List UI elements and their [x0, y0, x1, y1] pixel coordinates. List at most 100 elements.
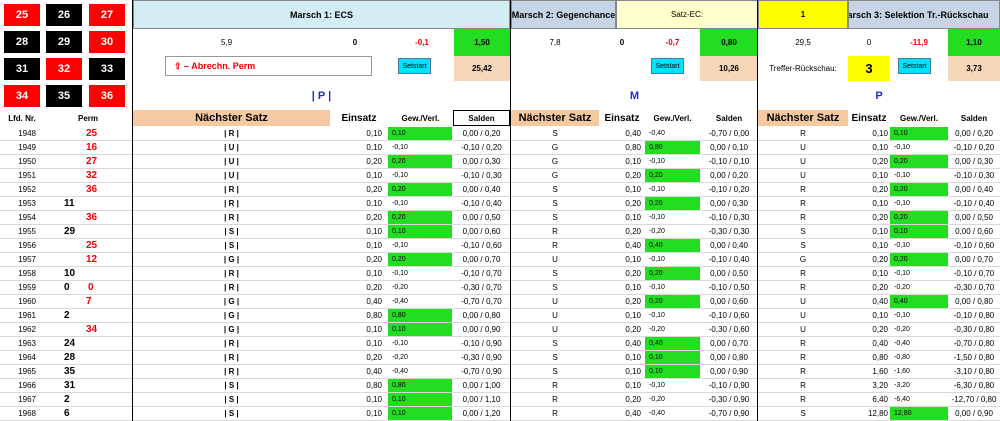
perm-cell: 27 [86, 156, 98, 167]
roulette-number-25[interactable]: 25 [4, 4, 40, 26]
marsch1-value-1: 5,9 [220, 38, 233, 47]
gew-verl-cell: 0,20 [890, 253, 948, 267]
naechster-satz-cell: | S | [224, 409, 239, 418]
gew-verl-cell: -0,10 [649, 186, 665, 193]
gew-verl-cell: -0,80 [894, 354, 910, 361]
salden-cell: 0,00 / 0,50 [955, 213, 993, 222]
gew-verl-cell: 0,20 [645, 169, 700, 183]
lfd-nr-cell: 1963 [18, 339, 36, 348]
einsatz-cell: 0,40 [625, 129, 641, 138]
perm-cell: 24 [64, 338, 76, 349]
gew-verl-cell: -0,40 [392, 298, 408, 305]
naechster-satz-cell: R [800, 185, 806, 194]
table-row: 1962 34 | G | 0,10 0,10 0,00 / 0,90 U 0,20 -0,20… [0, 323, 1000, 337]
gew-verl-cell: 0,10 [890, 127, 948, 141]
einsatz-cell: 12,80 [867, 409, 888, 418]
gew-verl-cell: -0,40 [649, 130, 665, 137]
marsch2-value-3: -0,7 [665, 38, 680, 47]
marsch2-value-4: 0,80 [700, 29, 758, 56]
roulette-number-28[interactable]: 28 [4, 31, 40, 53]
naechster-satz-cell: | G | [223, 311, 240, 320]
roulette-number-36[interactable]: 36 [89, 85, 125, 107]
einsatz-cell: 0,40 [872, 339, 888, 348]
roulette-number-34[interactable]: 34 [4, 85, 40, 107]
salden-cell: 0,00 / 0,30 [462, 157, 501, 166]
einsatz-cell: 0,10 [872, 171, 888, 180]
marsch2-saldo: 10,26 [700, 56, 758, 81]
salden-cell: 0,00 / 0,70 [462, 255, 501, 264]
salden-cell: 0,00 / 0,60 [462, 227, 501, 236]
gew-verl-cell: 0,20 [388, 253, 452, 267]
naechster-satz-cell: S [552, 339, 558, 348]
gew-verl-cell: 0,10 [388, 127, 452, 141]
table-row: 1958 10 | R | 0,10 -0,10 -0,10 / 0,70 S 0,20 0,2… [0, 267, 1000, 281]
roulette-number-32[interactable]: 32 [46, 58, 82, 80]
gew-verl-cell: 0,20 [890, 211, 948, 225]
roulette-number-27[interactable]: 27 [89, 4, 125, 26]
perm-cell: 31 [64, 380, 76, 391]
einsatz-cell: 0,10 [625, 381, 641, 390]
marsch1-saldo: 25,42 [454, 56, 510, 81]
col-salden-1: Salden [453, 110, 510, 126]
naechster-satz-cell: S [552, 269, 558, 278]
einsatz-cell: 0,20 [872, 283, 888, 292]
salden-cell: -0,30 / 0,80 [953, 325, 995, 334]
roulette-number-30[interactable]: 30 [89, 31, 125, 53]
naechster-satz-cell: R [800, 269, 806, 278]
naechster-satz-cell: R [552, 381, 558, 390]
divider [757, 0, 758, 421]
naechster-satz-cell: S [552, 283, 558, 292]
col-lfd-nr: Lfd. Nr. [8, 113, 36, 123]
treffer-rueckschau-value[interactable]: 3 [848, 56, 890, 81]
salden-cell: 0,00 / 1,10 [462, 395, 501, 404]
roulette-number-35[interactable]: 35 [46, 85, 82, 107]
salden-cell: -0,30 / 0,70 [953, 283, 995, 292]
salden-cell: -0,70 / 0,00 [708, 129, 750, 138]
naechster-satz-cell: R [800, 339, 806, 348]
gew-verl-cell: -0,10 [649, 256, 665, 263]
gew-verl-cell: 0,20 [645, 197, 700, 211]
lfd-nr-cell: 1968 [18, 409, 36, 418]
naechster-satz-cell: U [552, 297, 558, 306]
salden-cell: -0,10 / 0,70 [953, 269, 995, 278]
abrechn-perm-button[interactable]: ⇧ – Abrechn. Perm [165, 56, 372, 76]
table-row: 1963 24 | R | 0,10 -0,10 -0,10 / 0,90 S 0,40 0,4… [0, 337, 1000, 351]
perm-cell: 10 [64, 268, 76, 279]
gew-verl-cell: 0,10 [388, 225, 452, 239]
table-row: 1959 0 0 | R | 0,20 -0,20 -0,30 / 0,70 S 0,10 -0,… [0, 281, 1000, 295]
salden-cell: 0,00 / 0,20 [710, 171, 748, 180]
table-row: 1965 35 | R | 0,40 -0,40 -0,70 / 0,90 S 0,10 0,1… [0, 365, 1000, 379]
col-naechster-satz-1: Nächster Satz [133, 110, 330, 126]
gew-verl-cell: 0,20 [890, 155, 948, 169]
roulette-number-29[interactable]: 29 [46, 31, 82, 53]
lfd-nr-cell: 1954 [18, 213, 36, 222]
salden-cell: -0,10 / 0,80 [953, 311, 995, 320]
lfd-nr-cell: 1950 [18, 157, 36, 166]
roulette-number-31[interactable]: 31 [4, 58, 40, 80]
naechster-satz-cell: | R | [224, 269, 239, 278]
salden-cell: -0,10 / 0,90 [708, 381, 750, 390]
marsch2-setstart-button[interactable]: Setstart [651, 58, 684, 74]
naechster-satz-cell: U [800, 157, 806, 166]
naechster-satz-cell: R [800, 283, 806, 292]
naechster-satz-cell: G [799, 255, 807, 264]
salden-cell: 0,00 / 0,20 [955, 129, 993, 138]
naechster-satz-cell: | S | [224, 227, 239, 236]
einsatz-cell: 1,60 [872, 367, 888, 376]
gew-verl-cell: -0,20 [392, 284, 408, 291]
gew-verl-cell: 0,80 [388, 309, 452, 323]
roulette-number-33[interactable]: 33 [89, 58, 125, 80]
marsch3-value-1: 29,5 [795, 38, 811, 47]
gew-verl-cell: 0,10 [388, 323, 452, 337]
marsch1-setstart-button[interactable]: Setstart [398, 58, 431, 74]
lfd-nr-cell: 1965 [18, 367, 36, 376]
marsch3-setstart-button[interactable]: Setstart [898, 58, 931, 74]
gew-verl-cell: 0,10 [388, 393, 452, 407]
salden-cell: 0,00 / 0,80 [955, 297, 993, 306]
salden-cell: -0,10 / 0,40 [708, 255, 750, 264]
lfd-nr-cell: 1958 [18, 269, 36, 278]
einsatz-cell: 0,10 [625, 353, 641, 362]
col-perm: Perm [77, 113, 98, 123]
roulette-number-26[interactable]: 26 [46, 4, 82, 26]
satz-ec-value[interactable]: 1 [758, 0, 848, 29]
